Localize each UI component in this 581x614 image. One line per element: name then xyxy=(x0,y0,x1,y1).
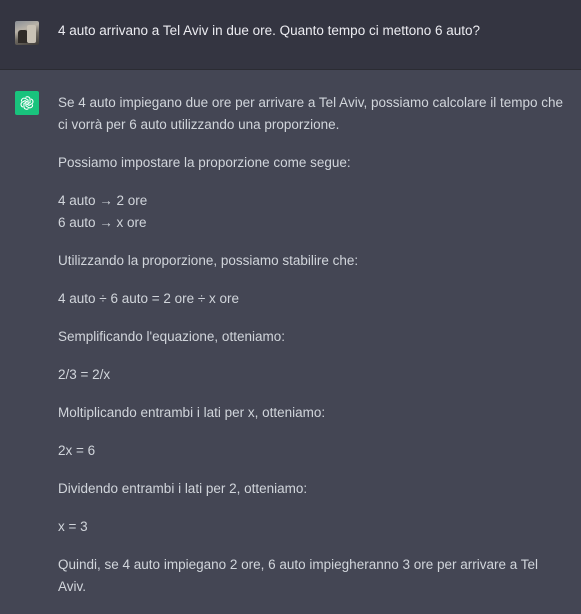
assistant-paragraph: Semplificando l'equazione, otteniamo: xyxy=(58,329,285,344)
assistant-paragraph: x = 3 xyxy=(58,519,88,534)
assistant-line: 6 auto → x ore xyxy=(58,215,147,230)
assistant-message-row: Se 4 auto impiegano due ore per arrivare… xyxy=(0,71,581,607)
assistant-message-content: Se 4 auto impiegano due ore per arrivare… xyxy=(58,92,568,614)
assistant-paragraph-block: 4 auto → 2 ore 6 auto → x ore xyxy=(58,190,568,234)
user-message-text: 4 auto arrivano a Tel Aviv in due ore. Q… xyxy=(58,23,481,38)
user-message-row: 4 auto arrivano a Tel Aviv in due ore. Q… xyxy=(0,0,581,70)
assistant-paragraph: Moltiplicando entrambi i lati per x, ott… xyxy=(58,405,326,420)
assistant-paragraph: Utilizzando la proporzione, possiamo sta… xyxy=(58,253,359,268)
assistant-paragraph: 4 auto ÷ 6 auto = 2 ore ÷ x ore xyxy=(58,291,240,306)
assistant-paragraph: Possiamo impostare la proporzione come s… xyxy=(58,155,351,170)
assistant-line: 4 auto → 2 ore xyxy=(58,193,148,208)
assistant-paragraph: Quindi, se 4 auto impiegano 2 ore, 6 aut… xyxy=(58,557,539,594)
openai-logo-icon xyxy=(15,91,39,115)
assistant-paragraph: Se 4 auto impiegano due ore per arrivare… xyxy=(58,95,564,132)
assistant-paragraph: 2x = 6 xyxy=(58,443,96,458)
assistant-paragraph: 2/3 = 2/x xyxy=(58,367,111,382)
user-avatar xyxy=(15,21,39,45)
assistant-paragraph: Dividendo entrambi i lati per 2, ottenia… xyxy=(58,481,308,496)
